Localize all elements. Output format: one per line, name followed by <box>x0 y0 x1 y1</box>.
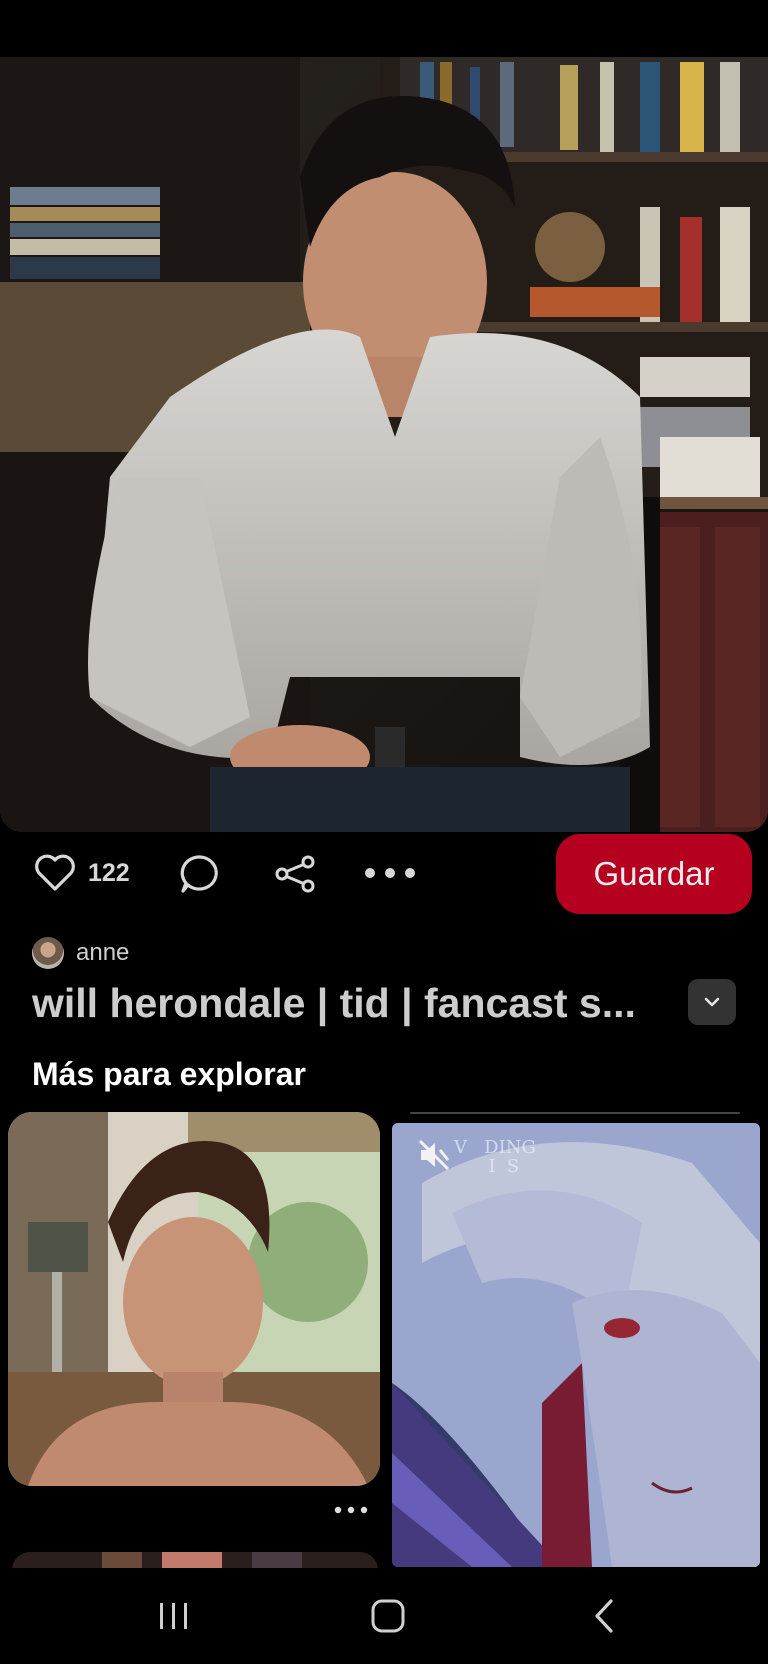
comment-icon <box>180 855 218 893</box>
avatar[interactable] <box>32 937 64 969</box>
pin-action-bar: 122 Guardar <box>0 832 768 924</box>
pin-detail-page: 122 Guardar anne will herondale | tid | … <box>0 0 768 1664</box>
heart-icon <box>35 854 75 891</box>
explore-card[interactable] <box>8 1112 380 1486</box>
recent-apps-icon <box>160 1603 187 1629</box>
card-video-frame <box>392 1123 760 1567</box>
share-icon <box>275 855 315 893</box>
explore-video-card[interactable] <box>392 1123 760 1567</box>
like-count: 122 <box>88 858 130 887</box>
chevron-down-icon <box>704 997 720 1007</box>
share-button[interactable] <box>274 854 316 894</box>
save-button[interactable]: Guardar <box>556 834 752 914</box>
section-title-explore: Más para explorar <box>32 1056 306 1092</box>
card-image <box>8 1112 380 1486</box>
home-icon <box>371 1599 405 1633</box>
pin-author[interactable]: anne <box>32 937 129 969</box>
muted-speaker-icon <box>418 1139 450 1171</box>
author-name[interactable]: anne <box>76 939 129 967</box>
back-chevron-icon <box>595 1599 613 1633</box>
card-more-options[interactable] <box>334 1502 368 1520</box>
back-button[interactable] <box>544 1568 664 1664</box>
video-overlay-text: V DING I S <box>454 1137 536 1177</box>
home-button[interactable] <box>328 1568 448 1664</box>
pin-title: will herondale | tid | fancast s... <box>32 980 636 1026</box>
more-dots-icon <box>334 1506 368 1514</box>
more-options-button[interactable] <box>364 866 416 880</box>
system-navigation-bar <box>0 1568 768 1664</box>
expand-description-button[interactable] <box>688 979 736 1025</box>
like-button[interactable]: 122 <box>34 854 130 892</box>
comment-button[interactable] <box>180 854 220 894</box>
card-progress-line <box>410 1112 740 1114</box>
recent-apps-button[interactable] <box>114 1568 234 1664</box>
more-dots-icon <box>365 868 415 878</box>
pin-photo <box>0 57 768 832</box>
pin-main-image[interactable] <box>0 57 768 832</box>
mute-toggle-button[interactable] <box>412 1133 456 1177</box>
